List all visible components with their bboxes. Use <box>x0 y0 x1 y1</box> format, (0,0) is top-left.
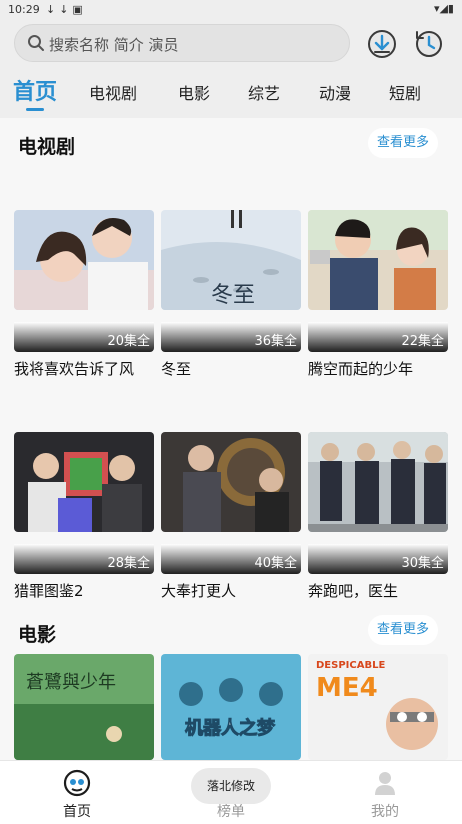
title: 奔跑吧，医生 <box>308 582 399 600</box>
section-title-movies: 电影 <box>18 624 57 646</box>
top-bar: 10:29 ↓↓▣ ▾◢▮ 搜索名称 简介 演员 首页 电视剧 电影 综艺 动漫… <box>0 0 462 118</box>
status-time: 10:29 <box>8 3 40 16</box>
episode-bar: 28集全 <box>14 544 154 574</box>
tab-variety[interactable]: 综艺 <box>248 80 280 104</box>
title: 猎罪图鉴2 <box>14 582 84 600</box>
poster-image: 机器人之梦 <box>161 654 301 760</box>
poster-title: 蒼鷺與少年 <box>26 672 116 693</box>
poster-title: DESPICABLE <box>316 660 385 671</box>
movies-more-button[interactable]: 查看更多 <box>368 615 438 645</box>
episode-count: 40集全 <box>254 556 297 571</box>
poster-image <box>14 432 154 532</box>
episode-bar: 30集全 <box>308 544 448 574</box>
svg-text:冬至: 冬至 <box>211 282 255 307</box>
status-bar: 10:29 ↓↓▣ ▾◢▮ <box>0 0 462 20</box>
home-content[interactable]: 电视剧 查看更多 20集全 我将喜欢告诉了风 冬至 36集全 冬至 22集全 腾… <box>0 118 462 760</box>
nav-profile-label: 我的 <box>371 804 399 820</box>
tab-home[interactable]: 首页 <box>13 74 57 106</box>
episode-bar: 22集全 <box>308 322 448 352</box>
episode-count: 22集全 <box>401 334 444 349</box>
system-icons: ▾◢▮ <box>433 2 454 15</box>
title: 我将喜欢告诉了风 <box>14 360 135 378</box>
poster-image <box>308 432 448 532</box>
episode-bar: 40集全 <box>161 544 301 574</box>
poster-image: 蒼鷺與少年 <box>14 654 154 760</box>
nav-ranking-label: 榜单 <box>217 804 245 820</box>
home-icon <box>63 769 91 797</box>
tab-movies[interactable]: 电影 <box>178 80 210 104</box>
nav-home[interactable]: 首页 <box>0 761 154 824</box>
poster-image <box>14 210 154 310</box>
episode-bar: 36集全 <box>161 322 301 352</box>
search-icon <box>28 35 44 51</box>
download-icon[interactable] <box>366 28 398 60</box>
nav-home-label: 首页 <box>63 804 91 820</box>
notification-icons: ↓↓▣ <box>46 3 87 16</box>
poster-title: ME4 <box>316 673 378 703</box>
search-bar[interactable]: 搜索名称 简介 演员 <box>14 24 350 62</box>
poster-image: 冬至 <box>161 210 301 310</box>
poster-image <box>161 432 301 532</box>
poster-title: 机器人之梦 <box>185 717 276 739</box>
title: 腾空而起的少年 <box>308 360 414 378</box>
profile-icon <box>375 772 395 795</box>
search-placeholder: 搜索名称 简介 演员 <box>49 36 179 54</box>
title: 大奉打更人 <box>161 582 237 600</box>
episode-count: 30集全 <box>401 556 444 571</box>
active-tab-indicator <box>26 108 44 111</box>
section-title-tv: 电视剧 <box>18 136 76 158</box>
tab-tv-series[interactable]: 电视剧 <box>89 80 137 104</box>
poster-image: DESPICABLE ME4 <box>308 654 448 760</box>
history-icon[interactable] <box>412 28 444 60</box>
tab-short-drama[interactable]: 短剧 <box>389 80 421 104</box>
tv-more-button[interactable]: 查看更多 <box>368 128 438 158</box>
episode-count: 28集全 <box>107 556 150 571</box>
poster-image <box>308 210 448 310</box>
episode-count: 20集全 <box>107 334 150 349</box>
episode-count: 36集全 <box>254 334 297 349</box>
nav-profile[interactable]: 我的 <box>308 761 462 824</box>
toast-message: 落北修改 <box>191 768 271 804</box>
tab-anime[interactable]: 动漫 <box>319 80 351 104</box>
title: 冬至 <box>161 360 192 378</box>
category-tabs: 首页 电视剧 电影 综艺 动漫 短剧 <box>0 72 462 112</box>
episode-bar: 20集全 <box>14 322 154 352</box>
